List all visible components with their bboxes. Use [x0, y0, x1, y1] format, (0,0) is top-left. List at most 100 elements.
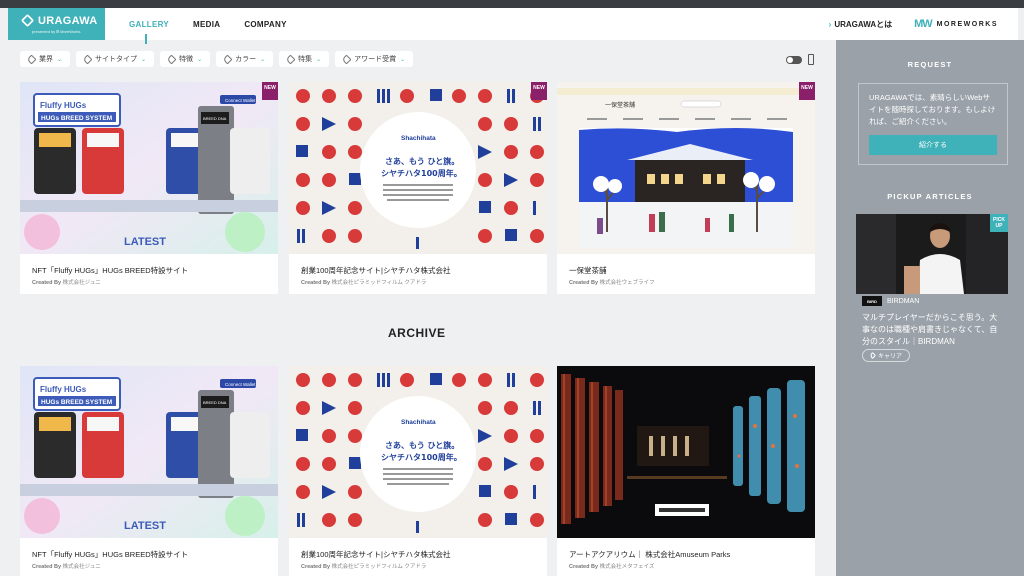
introduce-button[interactable]: 紹介する — [869, 135, 997, 155]
article-tag-label: キャリア — [878, 354, 903, 360]
main-nav: GALLERY MEDIA COMPANY — [129, 8, 287, 40]
gallery-card[interactable]: Fluffy HUGs HUGs BREED SYSTEM Connect Wa… — [20, 366, 278, 576]
tag-icon — [166, 54, 177, 64]
chevron-down-icon: ⌄ — [260, 56, 266, 63]
card-credit: Created By 株式会社ジュニ — [32, 562, 101, 570]
credit-name: 株式会社ウェブライフ — [599, 280, 655, 286]
thumb-copy-2: シヤチハタ100周年。 — [381, 452, 462, 462]
filter-label: 特徴 — [179, 56, 194, 63]
chevron-down-icon: ⌄ — [316, 56, 322, 63]
filter-industry[interactable]: 業界 ⌄ — [20, 51, 71, 67]
moreworks-logo-icon: MW — [914, 18, 933, 30]
gallery-card[interactable]: Fluffy HUGs HUGs BREED SYSTEM Connect Wa… — [20, 82, 278, 294]
article-title[interactable]: マルチプレイヤーだからこそ思う。大事なのは職種や肩書きじゃなくて、自分のスタイル… — [862, 312, 1004, 348]
card-title[interactable]: 一保堂茶舗 — [569, 265, 607, 276]
filter-color[interactable]: カラー ⌄ — [216, 51, 274, 67]
thumb-subheading: HUGs BREED SYSTEM — [41, 115, 112, 122]
request-heading: REQUEST — [907, 60, 953, 69]
gallery-card[interactable]: アートアクアリウム｜ 株式会社Amuseum Parks Created By … — [557, 366, 815, 576]
new-badge: NEW — [262, 82, 278, 100]
card-thumbnail[interactable]: Fluffy HUGs HUGs BREED SYSTEM Connect Wa… — [20, 366, 278, 538]
card-thumbnail[interactable]: Shachihata さあ、もう ひと旗。 シヤチハタ100周年。 NEW — [289, 82, 547, 254]
filter-site-type[interactable]: サイトタイプ ⌄ — [76, 51, 155, 67]
filter-feature[interactable]: 特徴 ⌄ — [160, 51, 211, 67]
tag-icon — [868, 351, 877, 360]
gallery-card[interactable]: Shachihata さあ、もう ひと旗。 シヤチハタ100周年。 創業100周… — [289, 366, 547, 576]
gallery-card[interactable]: Shachihata さあ、もう ひと旗。 シヤチハタ100周年。 NEW 創業… — [289, 82, 547, 294]
mobile-view-icon[interactable] — [808, 54, 814, 65]
about-uragawa-link[interactable]: › URAGAWAとは — [829, 19, 892, 30]
filter-label: 特集 — [298, 56, 313, 63]
request-box: URAGAWAでは、素晴らしいWebサイトを随時探しております。もしよければ、ご… — [858, 83, 1008, 165]
thumb-logo: Shachihata — [401, 135, 436, 142]
thumb-machine: BREED DNA — [203, 116, 227, 121]
tag-icon — [82, 54, 93, 64]
credit-prefix: Created By — [569, 564, 599, 570]
logo-text: URAGAWA — [38, 14, 98, 27]
card-title[interactable]: 創業100周年記念サイト|シヤチハタ株式会社 — [301, 265, 450, 276]
thumb-footer: LATEST — [124, 236, 166, 248]
card-credit: Created By 株式会社メタフェイズ — [569, 562, 654, 570]
card-credit: Created By 株式会社ウェブライフ — [569, 278, 655, 286]
moreworks-logo-text: MOREWORKS — [936, 20, 998, 28]
filter-label: サイトタイプ — [95, 56, 138, 63]
request-text: URAGAWAでは、素晴らしいWebサイトを随時探しております。もしよければ、ご… — [869, 93, 996, 126]
card-title[interactable]: 創業100周年記念サイト|シヤチハタ株式会社 — [301, 549, 450, 560]
filter-award[interactable]: アワード受賞 ⌄ — [335, 51, 414, 67]
card-credit: Created By 株式会社ピラミッドフィルム クアドラ — [301, 562, 426, 570]
site-header: URAGAWA presented by Ⅲ MoreWorks GALLERY… — [8, 8, 1018, 40]
credit-name: 株式会社ジュニ — [62, 564, 101, 570]
credit-prefix: Created By — [301, 280, 331, 286]
new-badge: NEW — [531, 82, 547, 100]
card-title[interactable]: アートアクアリウム｜ 株式会社Amuseum Parks — [569, 549, 730, 560]
nav-active-indicator — [145, 34, 147, 44]
thumb-footer: LATEST — [124, 520, 166, 532]
filter-label: カラー — [235, 56, 257, 63]
nav-company[interactable]: COMPANY — [244, 20, 286, 29]
card-title[interactable]: NFT「Fluffy HUGs」HUGs BREED特設サイト — [32, 265, 188, 276]
thumb-connect: Connect Wallet — [225, 98, 256, 103]
article-tag[interactable]: キャリア — [862, 349, 911, 362]
credit-prefix: Created By — [301, 564, 331, 570]
card-thumbnail[interactable] — [557, 366, 815, 538]
thumb-heading: Fluffy HUGs — [40, 385, 87, 394]
filter-label: アワード受賞 — [354, 56, 397, 63]
thumb-connect: Connect Wallet — [225, 382, 256, 387]
sidebar: REQUEST URAGAWAでは、素晴らしいWebサイトを随時探しております。… — [836, 40, 1024, 576]
thumb-copy-2: シヤチハタ100周年。 — [381, 168, 462, 178]
thumb-logo: Shachihata — [401, 419, 436, 426]
view-mode-toggle[interactable] — [786, 56, 802, 64]
card-thumbnail[interactable]: Fluffy HUGs HUGs BREED SYSTEM Connect Wa… — [20, 82, 278, 254]
gallery-card[interactable]: 一保堂茶舗 NEW 一保堂茶舗 Created By 株式会社ウェブライフ — [557, 82, 815, 294]
credit-name: 株式会社ピラミッドフィルム クアドラ — [331, 280, 427, 286]
chevron-down-icon: ⌄ — [141, 56, 147, 63]
chevron-down-icon: ⌄ — [57, 56, 63, 63]
uragawa-logo[interactable]: URAGAWA presented by Ⅲ MoreWorks — [8, 8, 105, 40]
article-thumbnail[interactable]: PICK UP — [856, 214, 1008, 294]
nav-media[interactable]: MEDIA — [193, 20, 220, 29]
filter-special[interactable]: 特集 ⌄ — [279, 51, 330, 67]
credit-name: 株式会社メタフェイズ — [599, 564, 655, 570]
pickup-badge: PICK UP — [990, 214, 1008, 232]
moreworks-logo[interactable]: MW MOREWORKS — [914, 18, 998, 30]
tag-icon — [26, 54, 37, 64]
credit-name: 株式会社ジュニ — [62, 280, 101, 286]
card-thumbnail[interactable]: Shachihata さあ、もう ひと旗。 シヤチハタ100周年。 — [289, 366, 547, 538]
card-credit: Created By 株式会社ジュニ — [32, 278, 101, 286]
chevron-down-icon: ⌄ — [197, 56, 203, 63]
card-title[interactable]: NFT「Fluffy HUGs」HUGs BREED特設サイト — [32, 549, 188, 560]
tag-icon — [222, 54, 233, 64]
about-link-label: URAGAWAとは — [834, 19, 893, 29]
birdman-logo-icon: BIRD — [862, 296, 882, 306]
filter-bar: 業界 ⌄ サイトタイプ ⌄ 特徴 ⌄ カラー ⌄ 特集 ⌄ アワード受賞 ⌄ — [20, 51, 414, 67]
uragawa-logo-icon — [20, 13, 35, 28]
thumb-copy-1: さあ、もう ひと旗。 — [385, 440, 459, 450]
card-credit: Created By 株式会社ピラミッドフィルム クアドラ — [301, 278, 426, 286]
credit-prefix: Created By — [569, 280, 599, 286]
new-badge: NEW — [799, 82, 815, 100]
card-thumbnail[interactable]: 一保堂茶舗 NEW — [557, 82, 815, 254]
thumb-copy-1: さあ、もう ひと旗。 — [385, 156, 459, 166]
article-brand: BIRD BIRDMAN — [862, 296, 919, 306]
nav-gallery[interactable]: GALLERY — [129, 20, 169, 29]
thumb-machine: BREED DNA — [203, 400, 227, 405]
